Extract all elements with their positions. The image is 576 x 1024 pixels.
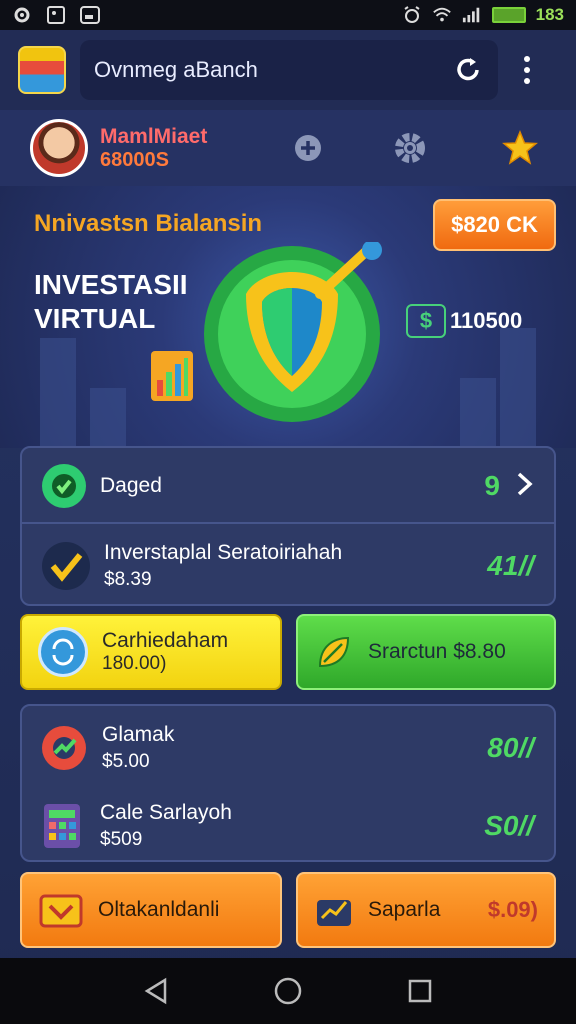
summary-row-value: 9 [484,470,500,501]
profile-row: MamlMiaet 68000S [0,110,576,186]
summary-row-label: Daged [100,474,162,497]
bottom-button-value: $.09) [487,897,538,922]
chevron-right-icon[interactable] [516,471,534,502]
hero-amount-value: 110500 [450,308,523,333]
city-building [460,378,496,448]
list-item-label: Cale Sarlayoh [100,801,232,824]
list-item[interactable]: Cale Sarlayoh $509 S0// [22,788,554,864]
chart-icon [151,351,193,401]
hero-headline: INVESTASII VIRTUAL [34,268,188,336]
summary-row-label: Inverstaplal Seratoiriahah [104,541,343,564]
trend-up-icon [42,726,86,770]
list-item-value: S0// [484,810,534,841]
list-item-label: Glamak [102,723,175,746]
settings-notification-icon [12,6,32,24]
alarm-icon [402,6,422,24]
bottom-button-right[interactable]: Saparla $.09) [296,872,556,948]
search-bar[interactable]: Ovnmeg aBanch [80,40,498,100]
hero-title: Nnivastsn Bialansin [34,210,263,237]
message-notification-icon [80,6,100,24]
settings-icon[interactable] [386,124,434,172]
action-button-left[interactable]: Carhiedaham 180.00) [20,614,282,690]
avatar[interactable] [30,119,88,177]
summary-row-sub: $8.39 [104,569,152,590]
image-notification-icon [46,6,66,24]
app-logo[interactable] [18,46,66,94]
calculator-icon [42,800,86,852]
battery-icon [491,7,526,23]
hero-amount: $ 110500 [406,304,522,338]
dollar-icon: $ [406,304,446,338]
wifi-icon [432,6,452,24]
bottom-button-label: Oltakanldanli [98,898,220,921]
action-button-label: Carhiedaham [102,629,229,652]
action-button-label: Srarctun $8.80 [368,640,506,663]
summary-row-daged[interactable]: Daged 9 [22,448,554,524]
hero-headline-line1: INVESTASII [34,269,188,300]
exchange-icon [38,627,88,677]
shield-emblem-icon [204,242,382,422]
bottom-button-label: Saparla [368,898,441,921]
summary-card: Daged 9 Inverstaplal Seratoiriahah $8.39… [20,446,556,606]
summary-row-investment[interactable]: Inverstaplal Seratoiriahah $8.39 41// [22,524,554,608]
star-icon[interactable] [496,124,544,172]
add-icon[interactable] [284,124,332,172]
list-item[interactable]: Glamak $5.00 80// [22,710,554,786]
list-item-text: Glamak $5.00 [102,723,174,773]
investment-check-icon [42,542,90,590]
download-inbox-icon [38,890,84,930]
status-bar: 183 [0,0,576,30]
list-item-value: 80// [487,732,534,763]
wallet-icon [314,890,354,930]
list-item-sub: $5.00 [102,751,150,772]
action-button-right[interactable]: Srarctun $8.80 [296,614,556,690]
city-building [40,338,76,448]
leaf-icon [314,632,354,672]
check-icon [42,464,86,508]
profile-name: MamlMiaet [100,124,208,148]
more-menu-icon[interactable] [520,56,534,84]
city-building [500,328,536,448]
action-button-sub: 180.00) [102,653,167,674]
refresh-icon[interactable] [452,54,484,86]
hero-banner: Nnivastsn Bialansin INVESTASII VIRTUAL $… [0,186,576,448]
list-card: Glamak $5.00 80// Cale Sarlayoh $509 S0/… [20,704,556,862]
list-item-sub: $509 [100,829,143,850]
home-icon[interactable] [266,969,310,1013]
back-icon[interactable] [134,969,178,1013]
app-root: 183 Ovnmeg aBanch MamlMiaet 68000S Nniva… [0,0,576,1024]
search-label: Ovnmeg aBanch [94,57,258,82]
status-time: 183 [535,5,564,24]
hero-headline-line2: VIRTUAL [34,303,156,334]
bottom-button-left[interactable]: Oltakanldanli [20,872,282,948]
signal-icon [462,6,482,24]
profile-info: MamlMiaet 68000S [100,125,207,172]
recents-icon[interactable] [398,969,442,1013]
profile-balance: 68000S [100,148,169,171]
app-bar: Ovnmeg aBanch [0,30,576,110]
action-button-text: Carhiedaham 180.00) [102,629,228,675]
summary-row-value: 41// [487,550,534,581]
list-item-text: Cale Sarlayoh $509 [100,801,232,851]
city-building [90,388,126,448]
summary-row-text: Inverstaplal Seratoiriahah $8.39 [104,541,342,591]
hero-cta-button[interactable]: $820 CK [433,199,556,251]
system-nav-bar [0,958,576,1024]
